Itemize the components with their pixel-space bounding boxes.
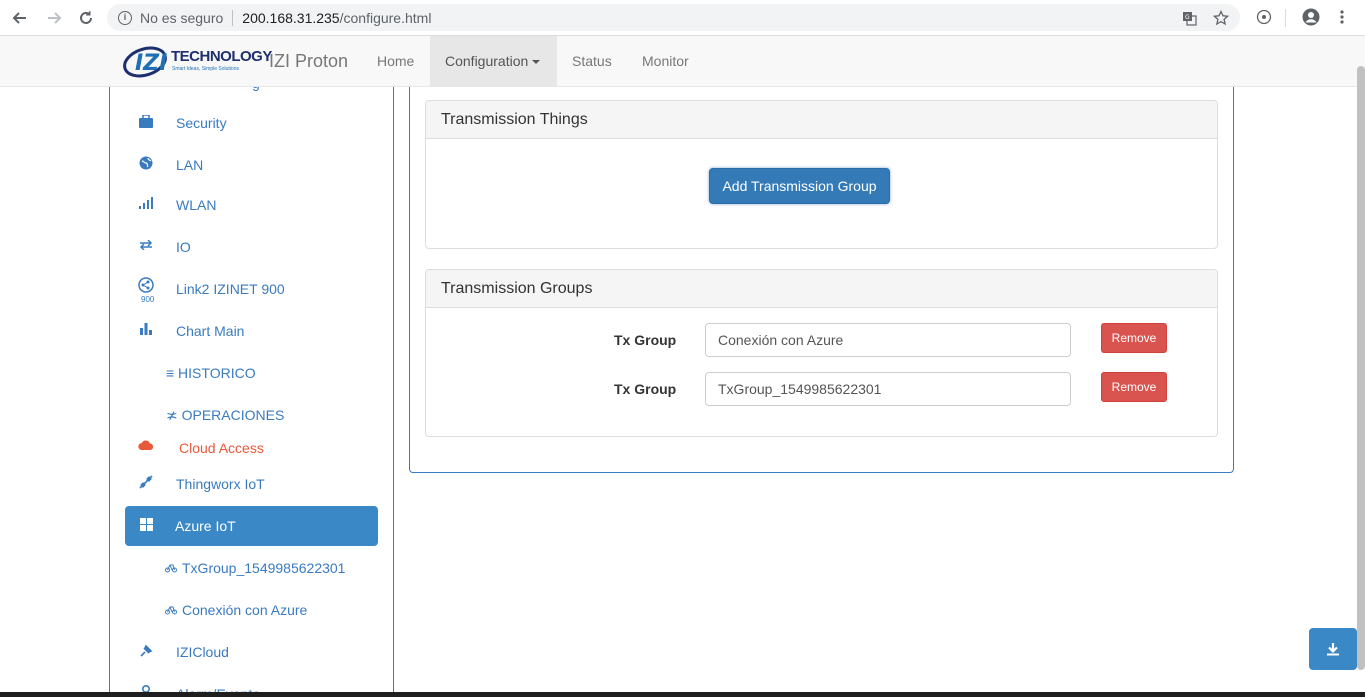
sidebar-item-izicloud[interactable]: IZICloud [110,632,393,672]
sidebar-item-txgroup[interactable]: TxGroup_1549985622301 [110,548,393,588]
sidebar-item-azure-iot[interactable]: Azure IoT [125,506,378,546]
sidebar-item-operaciones[interactable]: ≭ OPERACIONES [110,395,393,435]
sidebar-item-conexion-azure[interactable]: Conexión con Azure [110,590,393,630]
bicycle-icon [165,560,177,576]
share-900-icon [138,277,154,293]
os-taskbar-edge [0,692,1365,697]
transmission-groups-panel: Transmission Groups Tx Group Remove Tx G… [425,269,1218,437]
nav-status[interactable]: Status [557,36,627,86]
sidebar-item-cloud-access[interactable]: Cloud Access [110,431,393,465]
profile-avatar-icon[interactable] [1302,8,1320,26]
bicycle-icon [165,602,177,618]
pin-icon [138,642,154,658]
main-content-frame: Transmission Things Add Transmission Gro… [409,87,1234,473]
globe-icon [138,155,154,171]
bar-chart-icon [138,321,154,337]
sidebar-item-label: Conexión con Azure [182,602,308,618]
nav-configuration-label: Configuration [445,53,529,69]
reload-icon[interactable] [74,6,98,30]
logo-tagline: Smart Ideas, Simple Solutions [172,66,239,72]
url-path: /configure.html [339,9,432,26]
add-transmission-group-button[interactable]: Add Transmission Group [709,168,890,204]
sidebar-item-label: ≭ OPERACIONES [166,407,285,423]
config-sidebar: g Security LAN WLAN IO 900 Link2 IZINET … [109,87,394,697]
tx-group-input[interactable] [705,323,1071,357]
app-navbar: IZI TECHNOLOGY Smart Ideas, Simple Solut… [0,36,1365,87]
svg-text:IZI: IZI [135,51,167,76]
sidebar-item-chart-main[interactable]: Chart Main [110,311,393,351]
sidebar-item-label: Cloud Access [179,440,264,456]
sidebar-item-thingworx-iot[interactable]: Thingworx IoT [110,464,393,504]
remove-tx-group-button[interactable]: Remove [1101,323,1167,353]
browser-menu-icon[interactable] [1333,8,1351,26]
download-icon [1327,643,1339,656]
briefcase-icon [138,113,154,129]
sidebar-item-io[interactable]: IO [110,227,393,267]
sidebar-item-label: Security [176,115,227,131]
logo-wordmark: TECHNOLOGY [171,48,272,65]
sidebar-item-wlan[interactable]: WLAN [110,185,393,225]
svg-text:G: G [1185,14,1190,21]
sidebar-item-historico[interactable]: ≡ HISTORICO [110,353,393,393]
sidebar-item-label: Azure IoT [175,518,236,534]
app-brand[interactable]: IZI Proton [269,51,348,72]
sidebar-item-label: ≡ HISTORICO [166,365,256,381]
nav-configuration[interactable]: Configuration [430,36,557,86]
transfer-icon [138,237,154,253]
sidebar-item-label: Chart Main [176,323,245,339]
info-icon[interactable]: i [118,10,132,25]
security-label: No es seguro [140,9,224,26]
nav-home[interactable]: Home [362,36,429,86]
cloud-icon [138,437,154,453]
windows-icon [138,516,154,532]
caret-down-icon [532,60,541,65]
satellite-icon [138,474,154,490]
sidebar-item-link2-izinet-900[interactable]: 900 Link2 IZINET 900 [110,269,393,309]
nav-monitor[interactable]: Monitor [627,36,704,86]
panel-heading: Transmission Things [426,101,1217,139]
sidebar-item-security[interactable]: Security [110,103,393,143]
toolbar-divider [1285,9,1286,27]
page-scrollbar[interactable] [1356,66,1365,670]
sidebar-item-label: Thingworx IoT [176,476,265,492]
sidebar-item-label: IO [176,239,191,255]
transmission-things-panel: Transmission Things Add Transmission Gro… [425,100,1218,249]
icon-caption-900: 900 [141,295,155,304]
address-bar[interactable]: i No es seguro 200.168.31.235/configure.… [107,4,1240,31]
download-button[interactable] [1309,628,1357,670]
signal-icon [138,195,154,211]
panel-heading: Transmission Groups [426,270,1217,308]
tx-group-label: Tx Group [614,332,677,348]
forward-arrow-icon[interactable] [42,6,66,30]
sidebar-item-label: IZICloud [176,644,229,660]
sidebar-scrolled-item-fragment: g [252,87,260,91]
extension-icon[interactable] [1255,8,1273,26]
sidebar-item-lan[interactable]: LAN [110,145,393,185]
translate-icon[interactable]: G [1180,9,1198,27]
tx-group-label: Tx Group [614,381,677,397]
address-separator [232,9,234,26]
bookmark-star-icon[interactable] [1212,9,1230,27]
url-host: 200.168.31.235 [242,9,340,26]
scrollbar-thumb[interactable] [1357,66,1365,670]
back-arrow-icon[interactable] [8,6,32,30]
browser-toolbar: i No es seguro 200.168.31.235/configure.… [0,0,1365,36]
company-logo[interactable]: IZI TECHNOLOGY Smart Ideas, Simple Solut… [123,41,272,81]
sidebar-item-label: TxGroup_1549985622301 [182,560,346,576]
sidebar-item-label: Link2 IZINET 900 [176,281,285,297]
sidebar-item-label: WLAN [176,197,217,213]
remove-tx-group-button[interactable]: Remove [1101,372,1167,402]
sidebar-item-label: LAN [176,157,204,173]
tx-group-input[interactable] [705,372,1071,406]
